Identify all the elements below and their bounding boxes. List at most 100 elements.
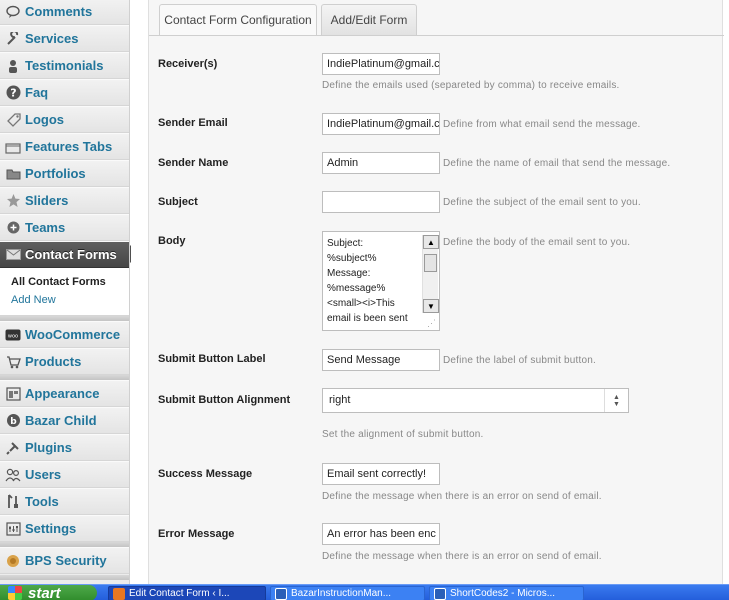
firefox-icon [113, 587, 125, 600]
scroll-thumb[interactable] [424, 254, 437, 272]
menu-item-contact-forms[interactable]: Contact Forms [0, 241, 129, 268]
tools-icon [5, 494, 21, 510]
folder-icon [5, 166, 21, 182]
menu-item-comments[interactable]: Comments [0, 0, 129, 25]
menu-item-faq[interactable]: ? Faq [0, 79, 129, 106]
menu-label: Features Tabs [25, 139, 113, 154]
sender-name-label: Sender Name [158, 157, 229, 169]
menu-item-bazar-child[interactable]: b Bazar Child [0, 407, 129, 434]
submit-label-label: Submit Button Label [158, 353, 266, 365]
menu-item-sliders[interactable]: Sliders [0, 187, 129, 214]
menu-item-tools[interactable]: Tools [0, 488, 129, 515]
start-button[interactable]: start [0, 585, 97, 600]
taskbar-item-label: BazarInstructionMan... [291, 588, 392, 599]
body-scrollbar[interactable]: ▲ ▼ [422, 235, 439, 313]
submenu-all-contact-forms[interactable]: All Contact Forms [11, 276, 106, 288]
taskbar-item-shortcodes[interactable]: ShortCodes2 - Micros... [429, 586, 584, 600]
tab-add-edit-form[interactable]: Add/Edit Form [321, 4, 417, 35]
menu-label: Teams [25, 220, 66, 235]
error-message-description: Define the message when there is an erro… [322, 551, 602, 562]
submit-alignment-description: Set the alignment of submit button. [322, 429, 484, 440]
bazar-icon: b [5, 413, 21, 429]
menu-item-users[interactable]: Users [0, 461, 129, 488]
submenu-add-new[interactable]: Add New [11, 294, 56, 306]
menu-label: Users [25, 467, 62, 482]
menu-label: Tools [25, 494, 59, 509]
tabs-icon [5, 139, 21, 155]
error-message-input[interactable]: An error has been enc [322, 523, 440, 545]
body-textarea[interactable]: Subject: %subject% Message: %message% <s… [322, 231, 440, 331]
person-icon [5, 58, 21, 74]
taskbar-item-label: Edit Contact Form ‹ I... [129, 588, 230, 599]
menu-item-plugins[interactable]: Plugins [0, 434, 129, 461]
menu-label: Plugins [25, 440, 72, 455]
svg-text:woo: woo [8, 333, 18, 339]
menu-label: Comments [25, 4, 93, 19]
menu-separator [0, 575, 129, 580]
receivers-input[interactable]: IndiePlatinum@gmail.co [322, 53, 440, 75]
menu-label: Appearance [25, 386, 100, 401]
menu-item-features-tabs[interactable]: Features Tabs [0, 133, 129, 160]
menu-label: Portfolios [25, 166, 86, 181]
sender-email-description: Define from what email send the message. [443, 119, 641, 130]
menu-item-bps-security[interactable]: BPS Security [0, 547, 129, 574]
woocommerce-icon: woo [5, 327, 21, 343]
menu-label: Logos [25, 112, 64, 127]
sender-email-input[interactable]: IndiePlatinum@gmail.co [322, 113, 440, 135]
menu-item-settings[interactable]: Settings [0, 515, 129, 542]
taskbar-item-label: ShortCodes2 - Micros... [450, 588, 556, 599]
menu-item-testimonials[interactable]: Testimonials [0, 52, 129, 79]
svg-text:b: b [10, 417, 17, 427]
appearance-icon [5, 386, 21, 402]
menu-item-services[interactable]: Services [0, 25, 129, 52]
receivers-label: Receiver(s) [158, 58, 218, 70]
taskbar-item-bazar-instruction[interactable]: BazarInstructionMan... [270, 586, 425, 600]
contact-forms-submenu: All Contact Forms Add New [0, 268, 129, 316]
plug-icon [5, 440, 21, 456]
menu-item-teams[interactable]: Teams [0, 214, 129, 241]
menu-label: Bazar Child [25, 413, 97, 428]
menu-label: Testimonials [25, 58, 104, 73]
plus-circle-icon [5, 220, 21, 236]
cart-icon [5, 354, 21, 370]
success-message-label: Success Message [158, 468, 253, 480]
subject-input[interactable] [322, 191, 440, 213]
menu-item-appearance[interactable]: Appearance [0, 380, 129, 407]
question-icon: ? [5, 85, 21, 101]
menu-item-logos[interactable]: Logos [0, 106, 129, 133]
scroll-down-icon[interactable]: ▼ [423, 299, 439, 313]
settings-panel: Contact Form Configuration Add/Edit Form… [148, 0, 724, 584]
menu-item-portfolios[interactable]: Portfolios [0, 160, 129, 187]
menu-label: Products [25, 354, 82, 369]
body-description: Define the body of the email sent to you… [443, 237, 631, 248]
receivers-description: Define the emails used (separeted by com… [322, 80, 620, 91]
comment-bubble-icon [5, 4, 21, 20]
submit-label-input[interactable]: Send Message [322, 349, 440, 371]
scroll-up-icon[interactable]: ▲ [423, 235, 439, 249]
menu-label: Contact Forms [25, 247, 117, 262]
success-message-description: Define the message when there is an erro… [322, 491, 602, 502]
menu-item-woocommerce[interactable]: woo WooCommerce [0, 321, 129, 348]
windows-logo-icon [8, 586, 22, 600]
subject-description: Define the subject of the email sent to … [443, 197, 641, 208]
menu-label: Sliders [25, 193, 69, 208]
sender-name-input[interactable]: Admin [322, 152, 440, 174]
wrench-icon [5, 31, 21, 47]
resize-grip-icon[interactable]: ⋰ [427, 318, 437, 328]
word-document-icon [275, 587, 287, 600]
start-label: start [28, 584, 61, 600]
tag-icon [5, 112, 21, 128]
taskbar-item-edit-contact-form[interactable]: Edit Contact Form ‹ I... [108, 586, 266, 600]
tab-contact-form-configuration[interactable]: Contact Form Configuration [159, 4, 317, 35]
submit-alignment-label: Submit Button Alignment [158, 394, 291, 406]
success-message-input[interactable]: Email sent correctly! [322, 463, 440, 485]
subject-label: Subject [158, 196, 198, 208]
body-text: Subject: %subject% Message: %message% <s… [327, 238, 408, 324]
submit-alignment-select[interactable]: right ▲ ▼ [322, 388, 629, 413]
menu-item-products[interactable]: Products [0, 348, 129, 375]
word-document-icon [434, 587, 446, 600]
envelope-icon [5, 247, 21, 263]
svg-text:?: ? [10, 87, 16, 100]
error-message-label: Error Message [158, 528, 235, 540]
submit-label-description: Define the label of submit button. [443, 355, 597, 366]
